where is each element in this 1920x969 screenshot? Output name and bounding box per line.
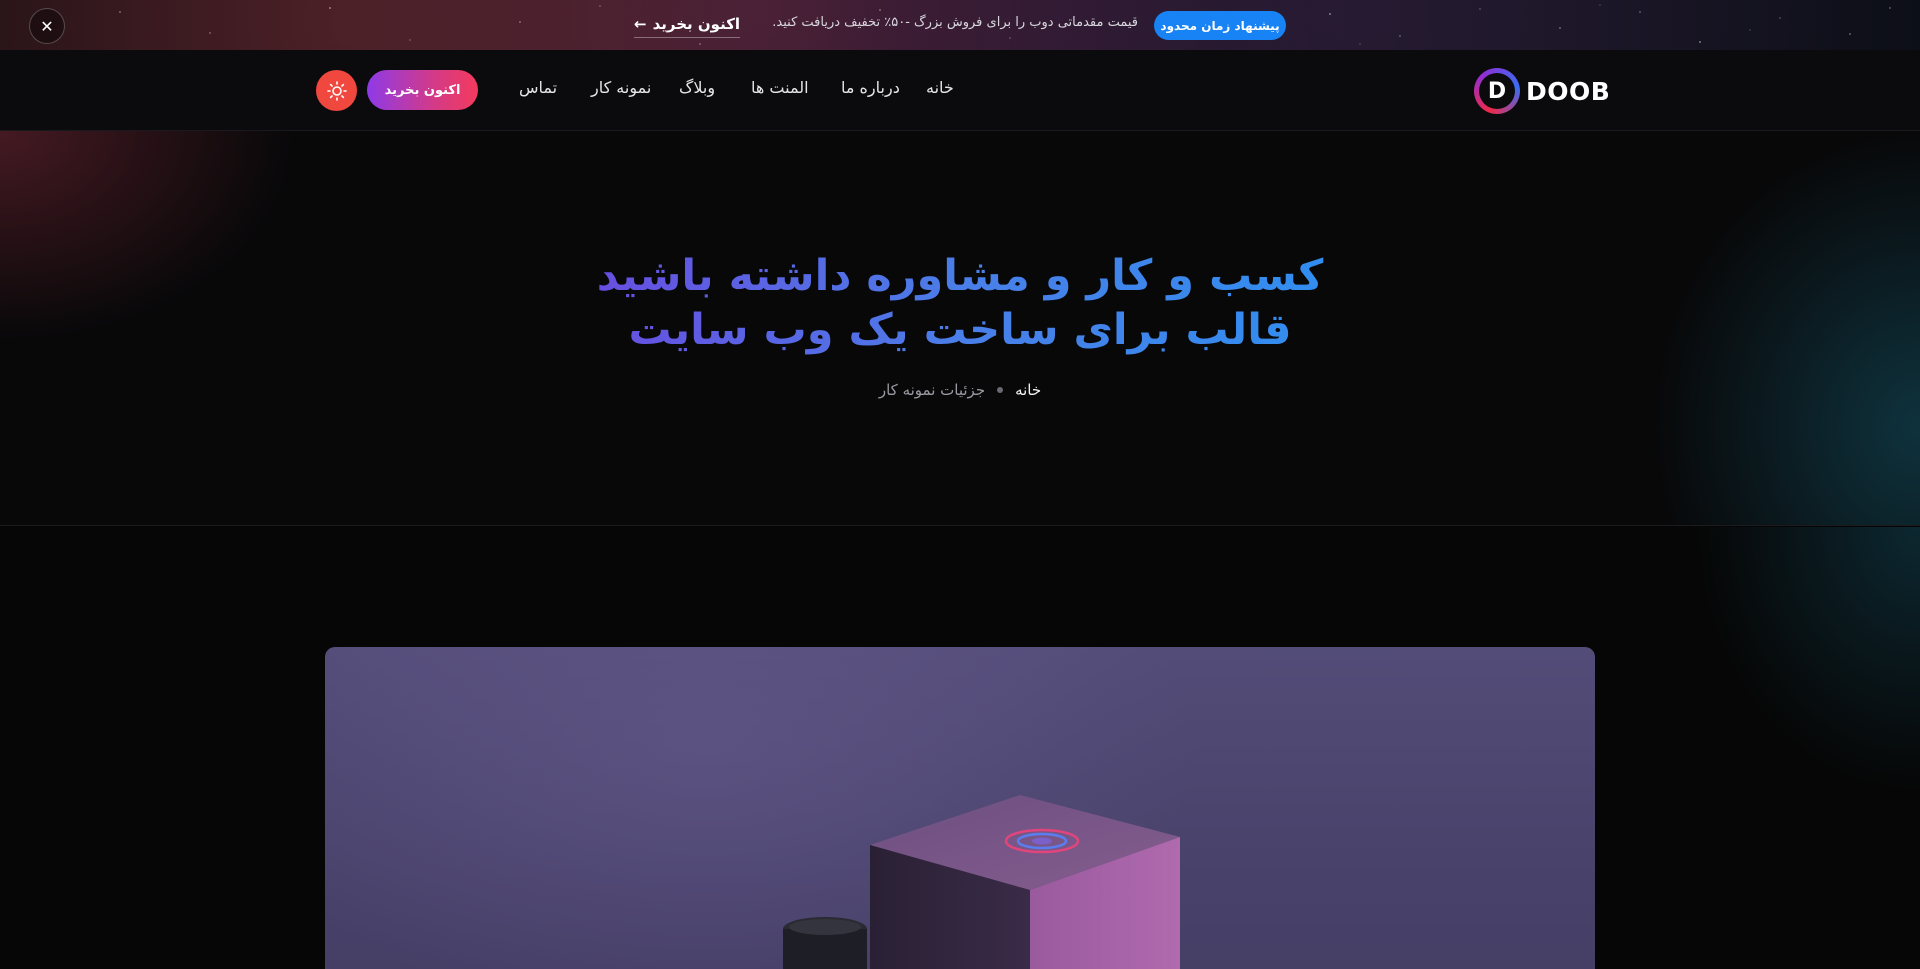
logo[interactable]: D DOOB xyxy=(1474,68,1610,114)
nav-item-blog[interactable]: وبلاگ xyxy=(679,78,715,102)
breadcrumb: خانه جزئیات نمونه کار xyxy=(760,381,1160,399)
site-header: D DOOB خانه درباره ما المنت ها وبلاگ نمو… xyxy=(0,50,1920,131)
nav-item-home[interactable]: خانه xyxy=(926,78,954,102)
close-announcement-button[interactable]: ✕ xyxy=(29,8,65,44)
product-box-illustration xyxy=(870,795,1180,969)
announcement-text: قیمت مقدماتی دوب را برای فروش بزرگ -۵۰٪ … xyxy=(772,15,1138,30)
buy-now-button[interactable]: اکنون بخرید xyxy=(367,70,478,110)
nav-item-portfolio[interactable]: نمونه کار xyxy=(591,78,651,102)
page-title-line-1: کسب و کار و مشاوره داشته باشید xyxy=(596,251,1324,301)
page-hero: کسب و کار و مشاوره داشته باشید قالب برای… xyxy=(0,131,1920,526)
breadcrumb-current: جزئیات نمونه کار xyxy=(878,381,986,399)
theme-toggle-button[interactable] xyxy=(316,70,357,111)
arrow-left-icon: ← xyxy=(634,14,647,33)
page-title-line-2: قالب برای ساخت یک وب سایت xyxy=(628,305,1292,355)
portfolio-image xyxy=(325,647,1595,969)
breadcrumb-home-link[interactable]: خانه xyxy=(1015,381,1041,399)
announcement-buy-link[interactable]: اکنون بخرید ← xyxy=(634,12,741,38)
limited-offer-badge: پیشنهاد زمان محدود xyxy=(1154,11,1286,40)
logo-text: DOOB xyxy=(1526,76,1611,106)
breadcrumb-separator xyxy=(997,387,1004,393)
nav-item-contact[interactable]: تماس xyxy=(519,78,557,102)
nav-item-elements[interactable]: المنت ها xyxy=(751,78,809,102)
logo-letter: D xyxy=(1479,73,1515,109)
portfolio-details-section xyxy=(0,527,1920,969)
page-title: کسب و کار و مشاوره داشته باشید قالب برای… xyxy=(560,249,1360,357)
nav-item-about[interactable]: درباره ما xyxy=(841,78,900,102)
product-cup-illustration xyxy=(783,917,867,969)
sun-icon xyxy=(326,80,347,101)
announcement-bar: ✕ پیشنهاد زمان محدود قیمت مقدماتی دوب را… xyxy=(0,0,1920,50)
close-icon: ✕ xyxy=(40,16,54,36)
logo-mark-icon: D xyxy=(1474,68,1520,114)
announcement-buy-label: اکنون بخرید xyxy=(652,14,741,33)
